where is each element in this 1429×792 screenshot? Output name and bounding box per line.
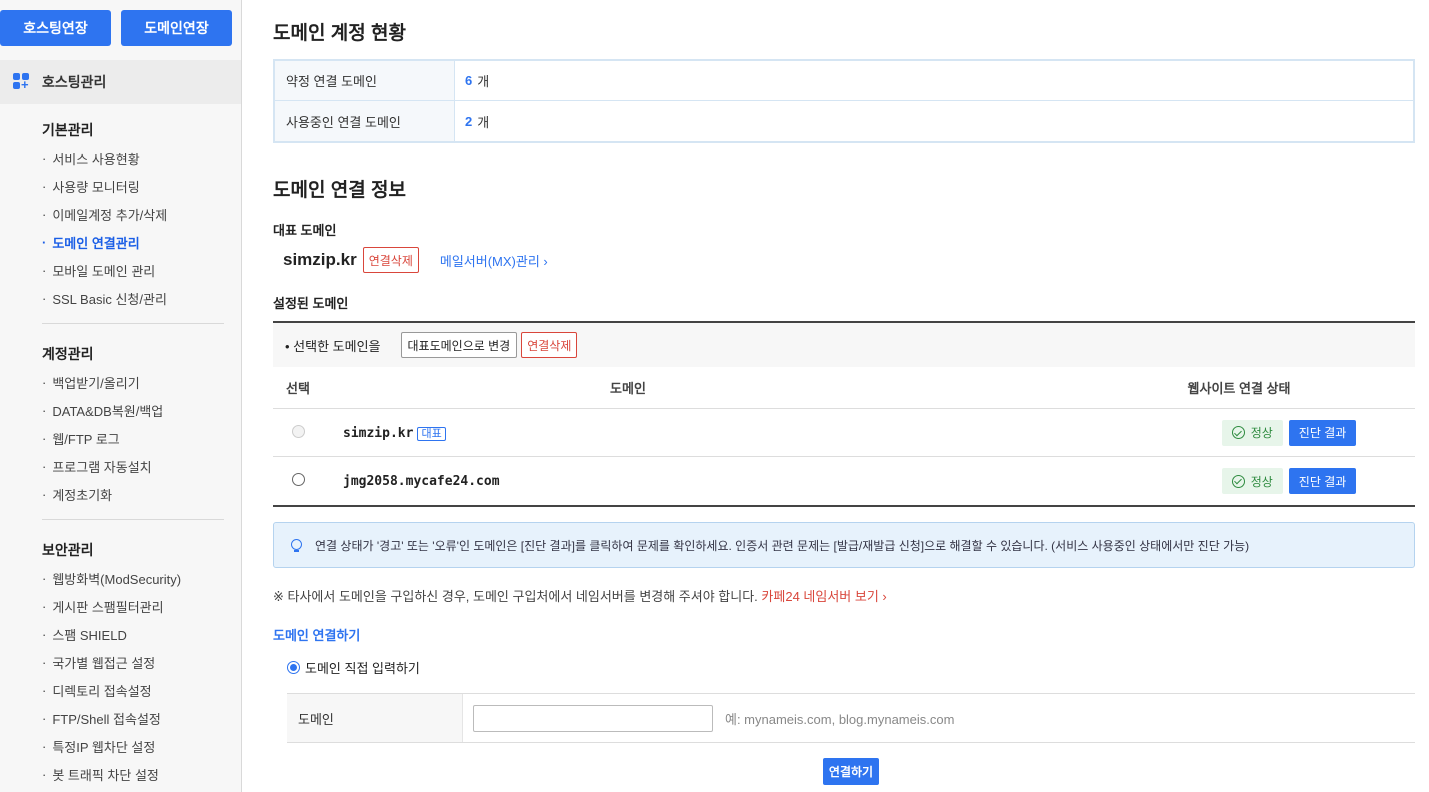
set-domain-toolbar: • 선택한 도메인을 대표도메인으로 변경 연결삭제 bbox=[273, 323, 1415, 367]
status-badge: 정상 bbox=[1221, 419, 1283, 446]
sidebar-header-label: 호스팅관리 bbox=[42, 74, 107, 90]
sidebar: 호스팅연장 도메인연장 + 호스팅관리 기본관리 · 서비스 사용현황 · 사용량 … bbox=[0, 0, 242, 792]
col-status-header: 웹사이트 연결 상태 bbox=[1187, 381, 1291, 396]
status-title: 도메인 계정 현황 bbox=[273, 23, 406, 44]
sidebar-item-ftp-shell-access[interactable]: · FTP/Shell 접속설정 bbox=[42, 704, 241, 732]
col-select-header: 선택 bbox=[286, 381, 310, 396]
change-rep-button[interactable]: 대표도메인으로 변경 bbox=[400, 332, 518, 358]
delete-selected-button[interactable]: 연결삭제 bbox=[521, 332, 578, 358]
sidebar-group-title: 기본관리 bbox=[42, 122, 94, 138]
nameserver-note: ※ 타사에서 도메인을 구입하신 경우, 도메인 구입처에서 네임서버를 변경해… bbox=[273, 589, 887, 604]
rep-domain-title: 대표 도메인 bbox=[273, 223, 337, 238]
sidebar-item-email-accounts[interactable]: · 이메일계정 추가/삭제 bbox=[42, 200, 241, 228]
sidebar-group-title: 보안관리 bbox=[42, 542, 94, 558]
domain-renew-button[interactable]: 도메인연장 bbox=[121, 10, 232, 46]
sidebar-item-ip-block[interactable]: · 특정IP 웹차단 설정 bbox=[42, 732, 241, 760]
grid-add-icon: + bbox=[13, 73, 31, 91]
main-content: 도메인 계정 현황 약정 연결 도메인 6개 사용중인 연결 도메인 2개 도메… bbox=[273, 0, 1415, 785]
sidebar-item-account-reset[interactable]: · 계정초기화 bbox=[42, 480, 241, 508]
connect-button[interactable]: 연결하기 bbox=[822, 758, 880, 785]
sidebar-item-web-ftp-log[interactable]: · 웹/FTP 로그 bbox=[42, 424, 241, 452]
notice-text: 연결 상태가 '경고' 또는 '오류'인 도메인은 [진단 결과]를 클릭하여 … bbox=[315, 538, 1250, 553]
summary-value: 6개 bbox=[465, 73, 490, 89]
summary-label: 약정 연결 도메인 bbox=[275, 61, 455, 100]
table-row: jmg2058.mycafe24.com 정상 진단 결과 bbox=[273, 457, 1415, 505]
row-domain: simzip.kr 대표 bbox=[323, 425, 983, 441]
rep-delete-button[interactable]: 연결삭제 bbox=[362, 247, 419, 273]
rep-domain-name: simzip.kr bbox=[283, 250, 357, 269]
sidebar-item-spam-filter[interactable]: · 게시판 스팸필터관리 bbox=[42, 592, 241, 620]
set-domain-title: 설정된 도메인 bbox=[273, 296, 349, 311]
row-domain: jmg2058.mycafe24.com bbox=[343, 474, 500, 489]
sidebar-item-spam-shield[interactable]: · 스팸 SHIELD bbox=[42, 620, 241, 648]
sidebar-header[interactable]: + 호스팅관리 bbox=[0, 60, 241, 104]
summary-value: 2개 bbox=[465, 113, 490, 130]
diagnosis-button[interactable]: 진단 결과 bbox=[1288, 468, 1357, 494]
check-circle-icon bbox=[1231, 426, 1245, 439]
sidebar-group-security: 보안관리 · 웹방화벽(ModSecurity) · 게시판 스팸필터관리 · 스팸 … bbox=[0, 530, 241, 788]
row-status: 정상 진단 결과 bbox=[983, 419, 1415, 446]
table-row: simzip.kr 대표 정상 진단 결과 bbox=[273, 409, 1415, 457]
toolbar-label: • 선택한 도메인을 bbox=[285, 338, 381, 354]
direct-input-option[interactable]: 도메인 직접 입력하기 bbox=[273, 658, 1415, 677]
sidebar-top-buttons: 호스팅연장 도메인연장 bbox=[0, 0, 241, 46]
sidebar-item-auto-install[interactable]: · 프로그램 자동설치 bbox=[42, 452, 241, 480]
row-radio bbox=[291, 424, 305, 438]
summary-label: 사용중인 연결 도메인 bbox=[275, 101, 455, 141]
sidebar-item-country-access[interactable]: · 국가별 웹접근 설정 bbox=[42, 648, 241, 676]
rep-tag: 대표 bbox=[417, 426, 446, 441]
lightbulb-icon bbox=[291, 538, 302, 552]
sidebar-divider bbox=[42, 323, 224, 324]
table-header: 선택 도메인 웹사이트 연결 상태 bbox=[273, 367, 1415, 409]
sidebar-divider bbox=[42, 519, 224, 520]
col-domain-header: 도메인 bbox=[610, 381, 646, 396]
sidebar-item-ssl-basic[interactable]: · SSL Basic 신청/관리 bbox=[42, 284, 241, 312]
rep-domain-row: simzip.kr 연결삭제 메일서버(MX)관리 › bbox=[273, 245, 1415, 275]
summary-table: 약정 연결 도메인 6개 사용중인 연결 도메인 2개 bbox=[273, 59, 1415, 143]
mx-manage-link[interactable]: 메일서버(MX)관리 › bbox=[440, 251, 548, 270]
sidebar-item-mobile-domain[interactable]: · 모바일 도메인 관리 bbox=[42, 256, 241, 284]
row-radio[interactable] bbox=[291, 473, 305, 486]
sidebar-group-account: 계정관리 · 백업받기/올리기 · DATA&DB복원/백업 · 웹/FTP 로그 ·… bbox=[0, 334, 241, 508]
hosting-renew-button[interactable]: 호스팅연장 bbox=[0, 10, 111, 46]
status-badge: 정상 bbox=[1221, 468, 1283, 494]
domain-input-row: 도메인 예: mynameis.com, blog.mynameis.com bbox=[287, 693, 1415, 743]
diagnosis-button[interactable]: 진단 결과 bbox=[1288, 419, 1357, 446]
sidebar-group-title: 계정관리 bbox=[42, 346, 94, 362]
sidebar-item-usage-monitoring[interactable]: · 사용량 모니터링 bbox=[42, 172, 241, 200]
sidebar-item-backup[interactable]: · 백업받기/올리기 bbox=[42, 368, 241, 396]
connect-title: 도메인 연결하기 bbox=[273, 628, 361, 643]
summary-row: 사용중인 연결 도메인 2개 bbox=[275, 101, 1413, 141]
sidebar-item-db-restore[interactable]: · DATA&DB복원/백업 bbox=[42, 396, 241, 424]
notice-box: 연결 상태가 '경고' 또는 '오류'인 도메인은 [진단 결과]를 클릭하여 … bbox=[273, 522, 1415, 568]
sidebar-group-basic: 기본관리 · 서비스 사용현황 · 사용량 모니터링 · 이메일계정 추가/삭제 · 도… bbox=[0, 110, 241, 312]
domain-input-hint: 예: mynameis.com, blog.mynameis.com bbox=[725, 711, 955, 727]
summary-row: 약정 연결 도메인 6개 bbox=[275, 61, 1413, 101]
row-status: 정상 진단 결과 bbox=[983, 468, 1415, 494]
radio-selected[interactable] bbox=[287, 661, 300, 674]
set-domain-table: • 선택한 도메인을 대표도메인으로 변경 연결삭제 선택 도메인 웹사이트 연… bbox=[273, 321, 1415, 507]
sidebar-item-modsecurity[interactable]: · 웹방화벽(ModSecurity) bbox=[42, 564, 241, 592]
domain-input-label: 도메인 bbox=[287, 694, 463, 742]
check-circle-icon bbox=[1231, 474, 1245, 488]
info-title: 도메인 연결 정보 bbox=[273, 180, 406, 201]
sidebar-item-bot-block[interactable]: · 봇 트래픽 차단 설정 bbox=[42, 760, 241, 788]
domain-input[interactable] bbox=[473, 704, 713, 732]
sidebar-item-service-status[interactable]: · 서비스 사용현황 bbox=[42, 144, 241, 172]
nameserver-link[interactable]: 카페24 네임서버 보기 › bbox=[761, 589, 886, 604]
sidebar-item-directory-access[interactable]: · 디렉토리 접속설정 bbox=[42, 676, 241, 704]
sidebar-item-domain-connect[interactable]: · 도메인 연결관리 bbox=[42, 228, 241, 256]
